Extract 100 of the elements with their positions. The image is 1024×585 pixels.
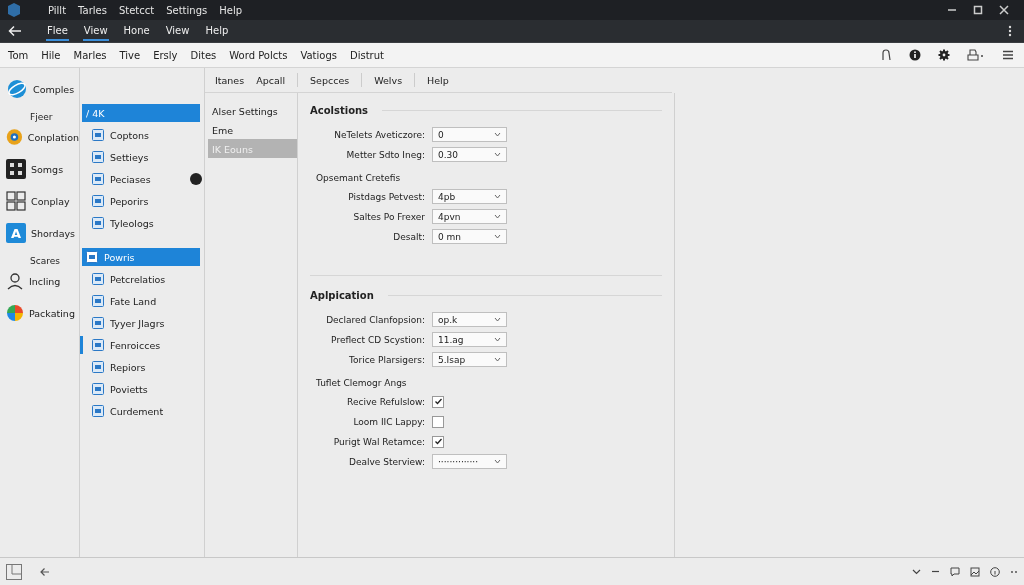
app-list-item[interactable]: Shordays [31,227,76,239]
nav-item[interactable]: Tyyer Jlagrs [82,314,200,332]
pinwheel-icon [6,304,24,322]
app-list-item[interactable]: Conplay [31,195,70,207]
dropdown[interactable]: 11.ag [432,332,507,347]
field-label: Desalt: [392,231,426,242]
tab[interactable]: Sepcces [310,74,350,86]
document-icon [92,173,104,185]
caret-icon [494,337,501,342]
tab[interactable]: Apcall [256,74,286,86]
document-icon [92,383,104,395]
field-label: Metter Sdto Ineg: [345,149,426,160]
nav-item[interactable]: Peporirs [82,192,200,210]
nav-item[interactable]: Tyleologs [82,214,200,232]
maximize-icon[interactable] [972,4,984,16]
grid-icon [6,159,26,179]
caret-icon [494,194,501,199]
menu-tab[interactable]: Hone [122,21,151,41]
image-icon[interactable] [970,566,980,577]
info-icon[interactable] [990,566,1000,577]
menu-item[interactable]: Help [219,4,242,16]
nav-item[interactable]: Repiors [82,358,200,376]
nav-item[interactable]: Fenroicces [82,336,200,354]
panel-icon[interactable] [6,563,22,580]
field-label: Torice Plarsigers: [347,354,426,365]
app-logo-icon [6,2,22,18]
document-icon [92,317,104,329]
toolbar-item[interactable]: Word Polcts [229,49,288,61]
toolbar-item[interactable]: Marles [73,49,107,61]
nav-item[interactable]: Fate Land [82,292,200,310]
menu-item[interactable]: Settings [166,4,208,16]
document-icon [92,405,104,417]
group-label: Fjeer [29,112,54,122]
toolbar-item[interactable]: Hile [41,49,61,61]
dropdown[interactable]: 4pb [432,189,507,204]
dropdown[interactable]: ·············· [432,454,507,469]
toolbar-item[interactable]: Vatiogs [300,49,337,61]
nav-item[interactable]: Powris [82,248,200,266]
document-icon [86,251,98,263]
nav-item[interactable]: Settieys [82,148,200,166]
tab[interactable]: Help [427,74,449,86]
menu-item[interactable]: Pillt [48,4,67,16]
menu-icon[interactable] [1002,50,1014,60]
document-icon [92,273,104,285]
document-icon [92,129,104,141]
menu-tab[interactable]: Flee [46,21,69,41]
checkbox[interactable] [432,395,444,408]
chevron-down-icon[interactable] [912,567,921,576]
disc-icon [6,126,23,148]
document-icon [92,151,104,163]
tab[interactable]: Welvs [374,74,403,86]
dropdown[interactable]: op.k [432,312,507,327]
menu-tab[interactable]: View [164,21,191,41]
comment-icon[interactable] [950,566,960,577]
document-icon [92,361,104,373]
document-icon [92,339,104,351]
nav-item[interactable]: Coptons [82,126,200,144]
dropdown[interactable]: 0.30 [432,147,507,162]
more-icon[interactable] [1008,25,1012,37]
checkbox[interactable] [432,415,444,428]
settings-category[interactable]: Eme [208,120,297,139]
nav-item[interactable]: Peciases [82,170,200,188]
nav-item[interactable]: Curdement [82,402,200,420]
back-arrow-icon[interactable] [40,566,50,577]
nav-item[interactable]: Povietts [82,380,200,398]
checkbox[interactable] [432,435,444,448]
caret-icon [494,234,501,239]
dropdown[interactable]: 4pvn [432,209,507,224]
menu-item[interactable]: Stetcct [118,4,155,16]
app-list-item[interactable]: Conplation [27,131,79,143]
globe-icon [6,78,28,100]
tab[interactable]: Itanes [215,74,245,86]
caret-icon [494,357,501,362]
info-icon[interactable] [909,49,921,61]
menu-tab[interactable]: View [82,21,109,41]
toolbar-item[interactable]: Dites [190,49,217,61]
app-list-item[interactable]: Packating [29,307,75,319]
nav-item[interactable]: / 4K [82,104,200,122]
field-label: Pistdags Petvest: [347,191,426,202]
app-list-item[interactable]: Comples [33,83,75,95]
close-icon[interactable] [998,4,1010,16]
toolbar-item[interactable]: Tive [119,49,141,61]
field-label: Saltes Po Frexer [352,211,426,222]
app-list-item[interactable]: Somgs [31,163,64,175]
app-list-item[interactable]: Incling [29,275,61,287]
settings-icon[interactable] [938,49,950,61]
toolbar-item[interactable]: Tom [8,49,29,61]
menu-item[interactable]: Tarles [78,4,107,16]
settings-category[interactable]: Alser Settings [208,101,297,120]
menu-tab[interactable]: Help [204,21,230,41]
toolbar-item[interactable]: Distrut [349,49,384,61]
toolbar-item[interactable]: Ersly [153,49,178,61]
dropdown[interactable]: 0 [432,127,507,142]
nav-item[interactable]: Petcrelatios [82,270,200,288]
dropdown[interactable]: 5.Isap [432,352,507,367]
caret-icon [494,152,501,157]
caret-icon [494,459,501,464]
app-tile-icon: A [6,223,26,243]
printer-icon[interactable] [967,49,985,61]
dropdown[interactable]: 0 mn [432,229,507,244]
